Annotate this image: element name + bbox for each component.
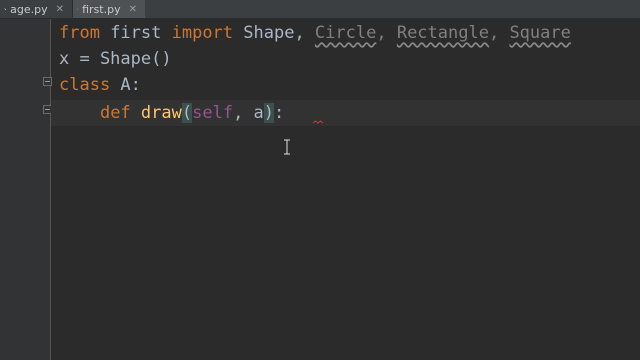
import-rectangle-unused: Rectangle: [396, 23, 489, 43]
code-line-1: from first import Shape, Circle, Rectang…: [59, 20, 571, 46]
param-separator: ,: [233, 103, 254, 123]
tab-first-py[interactable]: first.py ✕: [73, 0, 145, 18]
keyword-def: def: [99, 103, 131, 123]
keyword-from: from: [59, 23, 100, 43]
import-square-unused: Square: [509, 23, 571, 43]
editor-gutter: [0, 19, 76, 360]
code-editor[interactable]: from first import Shape, Circle, Rectang…: [51, 19, 640, 360]
param-a: a: [253, 103, 264, 123]
colon: :: [274, 103, 285, 123]
module-name: first: [99, 23, 172, 43]
assignment-statement: x = Shape(): [59, 49, 172, 69]
paren-close: ): [263, 103, 275, 123]
editor-tab-bar: age.py ✕ first.py ✕: [0, 0, 640, 19]
function-name: draw: [130, 103, 182, 123]
class-declaration: A:: [110, 75, 141, 95]
param-self: self: [192, 103, 234, 123]
import-circle-unused: Circle: [314, 23, 377, 43]
keyword-class: class: [59, 75, 111, 95]
code-line-2: x = Shape(): [59, 46, 172, 72]
tab-label: first.py: [82, 2, 121, 16]
python-file-icon: [4, 8, 6, 10]
paren-open: (: [181, 103, 193, 123]
close-icon[interactable]: ✕: [56, 4, 64, 15]
error-squiggle: [313, 120, 323, 124]
python-file-icon: [77, 8, 79, 10]
close-icon[interactable]: ✕: [129, 4, 137, 15]
text-cursor-icon: [284, 139, 290, 155]
tab-label: age.py: [10, 2, 48, 16]
keyword-import: import: [171, 23, 234, 43]
code-line-3: class A:: [59, 72, 141, 98]
import-separator: ,: [376, 23, 397, 43]
tab-age-py[interactable]: age.py ✕: [0, 0, 72, 18]
import-separator: ,: [488, 23, 510, 43]
import-shape: Shape,: [233, 23, 315, 43]
code-line-4: def draw(self, a):: [59, 100, 284, 126]
